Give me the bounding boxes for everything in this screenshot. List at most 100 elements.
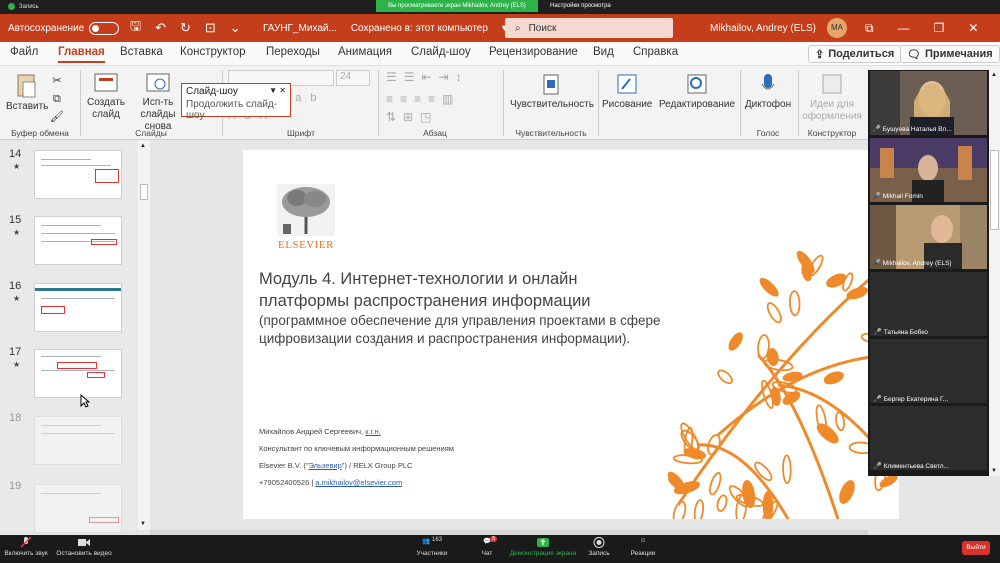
share-button[interactable]: ⇪ Поделиться bbox=[808, 45, 902, 63]
minimize-icon[interactable]: — bbox=[898, 21, 910, 35]
reuse-slides-button[interactable]: Исп-ть слайды снова bbox=[130, 72, 186, 133]
email-link[interactable]: a.mikhailov@elsevier.com bbox=[315, 478, 402, 487]
ribbon-display-icon[interactable]: ⧉ bbox=[865, 21, 874, 36]
company-prefix: Elsevier B.V. (" bbox=[259, 461, 309, 470]
participants-scrollbar[interactable]: ▲ ▼ bbox=[989, 70, 1000, 476]
company-link[interactable]: Эльзевир bbox=[309, 461, 342, 470]
scrollbar-thumb[interactable] bbox=[140, 184, 148, 200]
document-title-area[interactable]: ГАУНГ_Михай... Сохранено в: этот компьют… bbox=[263, 14, 507, 42]
paste-button[interactable]: Вставить bbox=[6, 72, 48, 113]
sensitivity-button[interactable]: Чувствительность bbox=[510, 72, 594, 111]
dictate-button[interactable]: Диктофон bbox=[744, 72, 792, 111]
elsevier-logo-text: ELSEVIER bbox=[278, 239, 334, 251]
participant-tile[interactable]: 🎤 Mikhailov, Andrey (ELS) bbox=[869, 204, 988, 270]
editing-button[interactable]: Редактирование bbox=[658, 72, 736, 111]
participant-tile[interactable]: 🎤 Климентьева Светл... bbox=[869, 405, 988, 471]
participant-tile[interactable]: 🎤 Бергер Екатерина Г... bbox=[869, 338, 988, 404]
current-slide[interactable]: ELSEVIER Модуль 4. Интернет-технологии и… bbox=[243, 150, 899, 519]
close-icon[interactable]: ✕ bbox=[968, 21, 978, 35]
customize-icon[interactable]: ⌄ bbox=[230, 20, 241, 36]
comments-button[interactable]: 🗨 Примечания bbox=[900, 45, 1000, 63]
participant-tile[interactable]: 🎤 Бушуева Наталья Вл... bbox=[869, 70, 988, 136]
scroll-down-icon[interactable]: ▼ bbox=[140, 521, 146, 527]
cut-icon[interactable]: ✂ bbox=[50, 72, 64, 90]
view-options-menu[interactable]: Настройки просмотра bbox=[550, 0, 611, 12]
tab-transitions[interactable]: Переходы bbox=[266, 46, 320, 58]
participant-tile[interactable]: 🎤 Татьяна Бобко bbox=[869, 271, 988, 337]
participants-icon: 👥 163 bbox=[412, 537, 452, 550]
copy-icon[interactable]: ⧉ bbox=[50, 90, 64, 108]
participant-name: 🎤 Татьяна Бобко bbox=[873, 328, 928, 337]
scroll-up-icon[interactable]: ▲ bbox=[140, 143, 146, 149]
author-degree: к.г.н. bbox=[365, 427, 381, 436]
participant-name: 🎤 Климентьева Светл... bbox=[873, 462, 949, 471]
tab-review[interactable]: Рецензирование bbox=[489, 46, 578, 58]
comments-label: Примечания bbox=[924, 48, 993, 60]
scroll-up-icon[interactable]: ▲ bbox=[991, 72, 997, 78]
new-slide-icon bbox=[94, 73, 118, 92]
record-button[interactable]: Запись bbox=[584, 537, 614, 557]
search-box[interactable]: ⌕ Поиск bbox=[505, 18, 673, 38]
new-slide-button[interactable]: Создать слайд bbox=[84, 72, 128, 121]
align-buttons[interactable]: ≡≡≡≡▥ bbox=[386, 92, 460, 106]
tab-slideshow[interactable]: Слайд-шоу bbox=[411, 46, 471, 58]
maximize-icon[interactable]: ❐ bbox=[934, 21, 945, 35]
tab-file[interactable]: Файл bbox=[10, 46, 38, 58]
slide-thumbnail-14[interactable] bbox=[34, 150, 122, 199]
user-name[interactable]: Mikhailov, Andrey (ELS) bbox=[710, 14, 816, 42]
tab-help[interactable]: Справка bbox=[633, 46, 678, 58]
slide-thumbnail-19[interactable] bbox=[34, 484, 122, 533]
resume-slideshow-item[interactable]: Продолжить слайд-шоу bbox=[186, 99, 286, 121]
present-icon[interactable]: ⊡ bbox=[205, 20, 216, 36]
tab-view[interactable]: Вид bbox=[593, 46, 614, 58]
reactions-button[interactable]: ☺ Реакции bbox=[626, 537, 660, 557]
slide-thumbnail-17[interactable] bbox=[34, 349, 122, 398]
paste-icon bbox=[17, 74, 36, 98]
thumbnail-scrollbar[interactable]: ▲ ▼ bbox=[138, 140, 150, 530]
scrollbar-thumb[interactable] bbox=[990, 150, 999, 230]
tab-design[interactable]: Конструктор bbox=[180, 46, 246, 58]
slide-thumbnail-16[interactable] bbox=[34, 283, 122, 332]
drawing-button[interactable]: Рисование bbox=[602, 72, 652, 111]
dropdown-controls[interactable]: ▼ ✕ bbox=[269, 86, 286, 97]
scroll-down-icon[interactable]: ▼ bbox=[991, 468, 997, 474]
separator bbox=[740, 70, 741, 136]
chat-button[interactable]: 💬 3 Чат bbox=[474, 536, 500, 557]
participants-button[interactable]: 👥 163 Участники bbox=[412, 537, 452, 557]
designer-group-label: Конструктор bbox=[807, 128, 857, 138]
slide-thumbnail-18[interactable] bbox=[34, 416, 122, 465]
unmute-button[interactable]: Включить звук bbox=[4, 537, 48, 557]
list-buttons[interactable]: ☰☰⇤⇥↕ bbox=[386, 70, 469, 84]
leave-meeting-button[interactable]: Выйти bbox=[962, 541, 990, 555]
sensitivity-icon bbox=[543, 74, 559, 95]
thumbnail-number: 19 bbox=[9, 480, 22, 492]
tab-home[interactable]: Главная bbox=[58, 46, 105, 63]
quick-access-toolbar: 🖫 ↶ ↻ ⊡ ⌄ bbox=[130, 14, 241, 42]
recording-indicator[interactable]: Запись bbox=[8, 3, 39, 10]
save-icon[interactable]: 🖫 bbox=[130, 17, 141, 39]
paragraph-group-label: Абзац bbox=[423, 128, 447, 138]
tab-insert[interactable]: Вставка bbox=[120, 46, 163, 58]
drawing-icon bbox=[617, 74, 637, 94]
tab-animations[interactable]: Анимация bbox=[338, 46, 392, 58]
slide-thumbnail-15[interactable] bbox=[34, 216, 122, 265]
design-ideas-label: Идеи для оформления bbox=[802, 99, 862, 122]
font-size-select[interactable]: 24 bbox=[336, 70, 370, 86]
autosave-switch[interactable] bbox=[89, 21, 120, 35]
redo-icon[interactable]: ↻ bbox=[180, 20, 191, 36]
separator bbox=[80, 70, 81, 136]
text-direction-buttons[interactable]: ⇅⊞◳ bbox=[386, 110, 438, 124]
format-painter-icon[interactable]: 🖌 bbox=[50, 108, 64, 126]
stop-video-button[interactable]: Остановить видео bbox=[56, 537, 112, 557]
undo-icon[interactable]: ↶ bbox=[155, 20, 166, 36]
participant-tile[interactable]: 🎤 Mikhail Fomin bbox=[869, 137, 988, 203]
animation-star-icon: ★ bbox=[13, 294, 21, 303]
design-ideas-button[interactable]: Идеи для оформления bbox=[802, 72, 862, 123]
phone: +79052400526 | bbox=[259, 478, 314, 487]
share-label: Поделиться bbox=[828, 48, 895, 60]
share-screen-icon bbox=[537, 538, 549, 547]
share-screen-button[interactable]: Демонстрация экрана bbox=[506, 537, 580, 557]
avatar[interactable]: MA bbox=[827, 18, 847, 38]
separator bbox=[598, 70, 599, 136]
autosave-toggle[interactable]: Автосохранение bbox=[8, 14, 120, 42]
